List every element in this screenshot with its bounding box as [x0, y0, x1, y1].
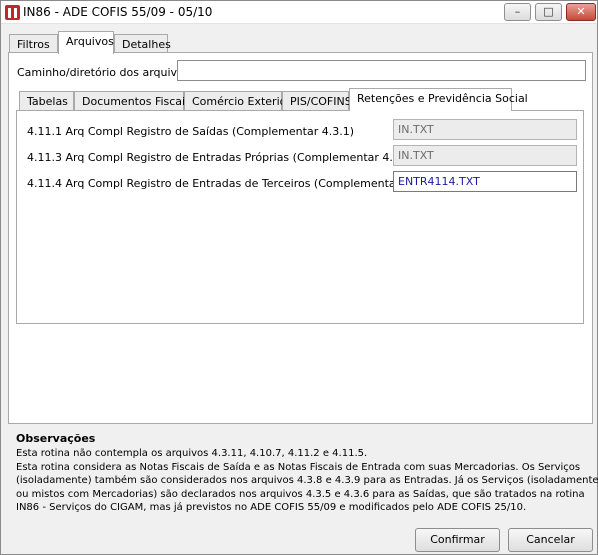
tab-pis-cofins[interactable]: PIS/COFINS [282, 91, 352, 110]
file-field-4-11-4[interactable]: ENTR4114.TXT [393, 171, 577, 192]
tab-filtros[interactable]: Filtros [9, 34, 58, 53]
tab-retencoes-previdencia[interactable]: Retenções e Previdência Social [349, 88, 528, 111]
observation-line: ou mistos com Mercadorias) são declarado… [16, 488, 585, 500]
main-window: IN86 - ADE COFIS 55/09 - 05/10 – □ ✕ Fil… [0, 0, 598, 555]
observation-line: (isoladamente) também são considerados n… [16, 475, 598, 486]
minimize-button[interactable]: – [504, 3, 531, 21]
row-label-4-11-1: 4.11.1 Arq Compl Registro de Saídas (Com… [27, 125, 354, 138]
maximize-button[interactable]: □ [535, 3, 562, 21]
title-bar[interactable]: IN86 - ADE COFIS 55/09 - 05/10 – □ ✕ [1, 1, 597, 24]
window-title: IN86 - ADE COFIS 55/09 - 05/10 [23, 5, 213, 19]
tab-detalhes[interactable]: Detalhes [114, 34, 171, 53]
observation-line: IN86 - Serviços do CIGAM, mas já previst… [16, 502, 527, 513]
observations-text: Esta rotina não contempla os arquivos 4.… [16, 447, 598, 515]
arquivos-panel: Caminho/diretório dos arquivos Tabelas D… [8, 52, 593, 424]
observations-title: Observações [16, 432, 96, 445]
observation-line: Esta rotina não contempla os arquivos 4.… [16, 448, 368, 459]
close-button[interactable]: ✕ [566, 3, 596, 21]
row-label-4-11-4: 4.11.4 Arq Compl Registro de Entradas de… [27, 177, 436, 190]
path-input[interactable] [177, 60, 586, 81]
confirm-button[interactable]: Confirmar [415, 528, 500, 552]
observations-box: Observações Esta rotina não contempla os… [8, 431, 598, 519]
tab-comercio-exterior[interactable]: Comércio Exterior [184, 91, 291, 110]
tab-tabelas[interactable]: Tabelas [19, 91, 74, 110]
path-label: Caminho/diretório dos arquivos [17, 66, 190, 79]
row-label-4-11-3: 4.11.3 Arq Compl Registro de Entradas Pr… [27, 151, 415, 164]
observation-line: Esta rotina considera as Notas Fiscais d… [16, 461, 581, 473]
tab-documentos-fiscais[interactable]: Documentos Fiscais [74, 91, 191, 110]
retencoes-panel: 4.11.1 Arq Compl Registro de Saídas (Com… [16, 110, 584, 324]
tab-arquivos[interactable]: Arquivos [58, 31, 114, 54]
file-field-4-11-1: IN.TXT [393, 119, 577, 140]
file-field-4-11-3: IN.TXT [393, 145, 577, 166]
cancel-button[interactable]: Cancelar [508, 528, 593, 552]
app-logo-icon [5, 5, 20, 20]
